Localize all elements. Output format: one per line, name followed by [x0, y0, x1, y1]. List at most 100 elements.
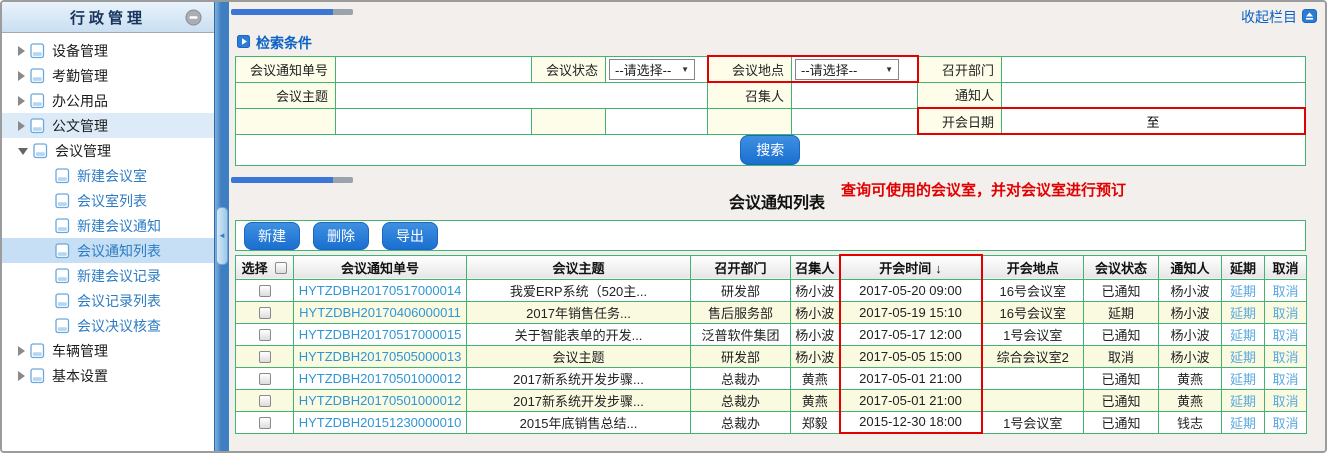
col-meeting-time[interactable]: 开会时间 ↓ — [838, 254, 983, 280]
cancel-link[interactable]: 取消 — [1272, 284, 1298, 299]
notice-no-link[interactable]: HYTZDBH20170501000012 — [299, 393, 462, 408]
cancel-link[interactable]: 取消 — [1272, 306, 1298, 321]
sidebar-item-meeting-notice-list[interactable]: 会议通知列表 — [2, 238, 214, 263]
sidebar-header: 行政管理 — [2, 2, 214, 33]
sidebar-item-new-meeting-room[interactable]: 新建会议室 — [2, 163, 214, 188]
sidebar-item-new-meeting-record[interactable]: 新建会议记录 — [2, 263, 214, 288]
notice-no-input[interactable] — [339, 59, 528, 79]
notice-no-link[interactable]: HYTZDBH20170517000014 — [299, 283, 462, 298]
new-button[interactable]: 新建 — [244, 221, 300, 250]
sidebar-item-meeting-room-list[interactable]: 会议室列表 — [2, 188, 214, 213]
delete-button[interactable]: 删除 — [313, 221, 369, 250]
meeting-place-label: 会议地点 — [706, 55, 792, 83]
notice-no-link[interactable]: HYTZDBH20170517000015 — [299, 327, 462, 342]
select-all-checkbox[interactable] — [275, 261, 288, 274]
sidebar-item-equipment[interactable]: 设备管理 — [2, 38, 214, 63]
search-form: 会议通知单号 会议状态 --请选择-- ▼ 会议地点 --请选择-- ▼ 召开部… — [235, 55, 1306, 166]
col-status: 会议状态 — [1083, 254, 1159, 280]
delay-link[interactable]: 延期 — [1230, 372, 1256, 387]
cancel-link[interactable]: 取消 — [1272, 394, 1298, 409]
notifier-label: 通知人 — [917, 81, 1002, 109]
row-checkbox[interactable] — [258, 373, 271, 386]
delay-link[interactable]: 延期 — [1230, 416, 1256, 431]
delay-link[interactable]: 延期 — [1230, 328, 1256, 343]
col-notice-no: 会议通知单号 — [293, 254, 467, 280]
table-row: HYTZDBH20170517000014 我爱ERP系统（520主... 研发… — [235, 278, 1307, 302]
progress-blue-segment — [231, 9, 333, 15]
row-checkbox[interactable] — [258, 285, 271, 298]
progress-bar-middle — [231, 177, 353, 183]
sidebar: 行政管理 设备管理 考勤管理 办公用品 公文管理 会议管理 新建会议室 会议室列… — [2, 2, 214, 451]
meeting-dept: 总裁办 — [690, 410, 791, 434]
table-header-row: 选择 会议通知单号 会议主题 召开部门 召集人 开会时间 ↓ 开会地点 会议状态 … — [235, 254, 1307, 280]
expander-icon[interactable] — [18, 345, 25, 356]
notifier-input[interactable] — [1005, 84, 1302, 105]
sidebar-item-meeting-record-list[interactable]: 会议记录列表 — [2, 288, 214, 313]
delay-link[interactable]: 延期 — [1230, 394, 1256, 409]
search-button[interactable]: 搜索 — [740, 135, 801, 165]
expander-icon[interactable] — [18, 370, 25, 381]
meeting-place: 1号会议室 — [981, 410, 1084, 434]
notice-no-link[interactable]: HYTZDBH20170406000011 — [299, 305, 461, 320]
sidebar-item-vehicles[interactable]: 车辆管理 — [2, 338, 214, 363]
expander-icon[interactable] — [18, 95, 25, 106]
meeting-status-select[interactable]: --请选择-- ▼ — [609, 58, 695, 80]
row-checkbox[interactable] — [258, 395, 271, 408]
document-icon — [30, 117, 45, 134]
document-icon — [55, 292, 70, 309]
delay-link[interactable]: 延期 — [1230, 350, 1256, 365]
dept-input[interactable] — [1005, 59, 1302, 79]
empty-input-cell — [605, 107, 708, 135]
row-checkbox[interactable] — [258, 307, 271, 320]
sidebar-item-attendance[interactable]: 考勤管理 — [2, 63, 214, 88]
dept-label: 召开部门 — [917, 55, 1002, 83]
sort-desc-icon[interactable]: ↓ — [935, 261, 942, 276]
splitter-collapse-handle[interactable]: ◄ — [216, 207, 228, 265]
row-checkbox[interactable] — [258, 417, 271, 430]
sidebar-item-basic-settings[interactable]: 基本设置 — [2, 363, 214, 388]
convener-name: 杨小波 — [790, 322, 840, 346]
meeting-status: 取消 — [1083, 344, 1159, 368]
minus-circle-icon[interactable] — [185, 9, 202, 26]
empty-label-cell — [531, 107, 606, 135]
notice-no-link[interactable]: HYTZDBH20170505000013 — [299, 349, 462, 364]
sidebar-item-meetings[interactable]: 会议管理 — [2, 138, 214, 163]
collapse-panel-icon[interactable] — [1302, 8, 1317, 26]
cancel-link[interactable]: 取消 — [1272, 372, 1298, 387]
meeting-subject: 2017新系统开发步骤... — [466, 366, 691, 390]
export-button[interactable]: 导出 — [382, 221, 438, 250]
meeting-place-select[interactable]: --请选择-- ▼ — [795, 58, 899, 80]
meeting-subject: 2017新系统开发步骤... — [466, 388, 691, 412]
row-checkbox[interactable] — [258, 351, 271, 364]
collapse-panel-link[interactable]: 收起栏目 — [1241, 7, 1317, 27]
date-to-input[interactable] — [1166, 112, 1256, 130]
table-row: HYTZDBH20170505000013 会议主题 研发部 杨小波 2017-… — [235, 344, 1307, 368]
row-checkbox[interactable] — [258, 329, 271, 342]
meeting-time: 2017-05-19 15:10 — [838, 300, 983, 324]
sidebar-item-new-meeting-notice[interactable]: 新建会议通知 — [2, 213, 214, 238]
delay-link[interactable]: 延期 — [1230, 306, 1256, 321]
date-from-input[interactable] — [1050, 112, 1140, 130]
expander-icon[interactable] — [18, 45, 25, 56]
expander-icon[interactable] — [18, 70, 25, 81]
cancel-link[interactable]: 取消 — [1272, 416, 1298, 431]
meeting-subject: 2017年销售任务... — [466, 300, 691, 324]
cancel-link[interactable]: 取消 — [1272, 328, 1298, 343]
expander-icon[interactable] — [18, 148, 28, 155]
notice-no-link[interactable]: HYTZDBH20170501000012 — [299, 371, 462, 386]
date-separator: 至 — [1146, 114, 1160, 130]
sidebar-item-documents[interactable]: 公文管理 — [2, 113, 214, 138]
convener-input[interactable] — [795, 85, 914, 106]
delay-link[interactable]: 延期 — [1230, 284, 1256, 299]
notice-no-link[interactable]: HYTZDBH20151230000010 — [299, 415, 462, 430]
cancel-link[interactable]: 取消 — [1272, 350, 1298, 365]
splitter-scrollbar[interactable]: ◄ — [214, 2, 229, 451]
sidebar-item-office-supplies[interactable]: 办公用品 — [2, 88, 214, 113]
meeting-dept: 泛普软件集团 — [690, 322, 791, 346]
meeting-dept: 总裁办 — [690, 388, 791, 412]
subject-input[interactable] — [339, 85, 704, 105]
convener-name: 郑毅 — [790, 410, 840, 434]
sidebar-item-meeting-resolution-check[interactable]: 会议决议核查 — [2, 313, 214, 338]
expander-icon[interactable] — [18, 120, 25, 131]
meeting-place — [981, 366, 1084, 390]
